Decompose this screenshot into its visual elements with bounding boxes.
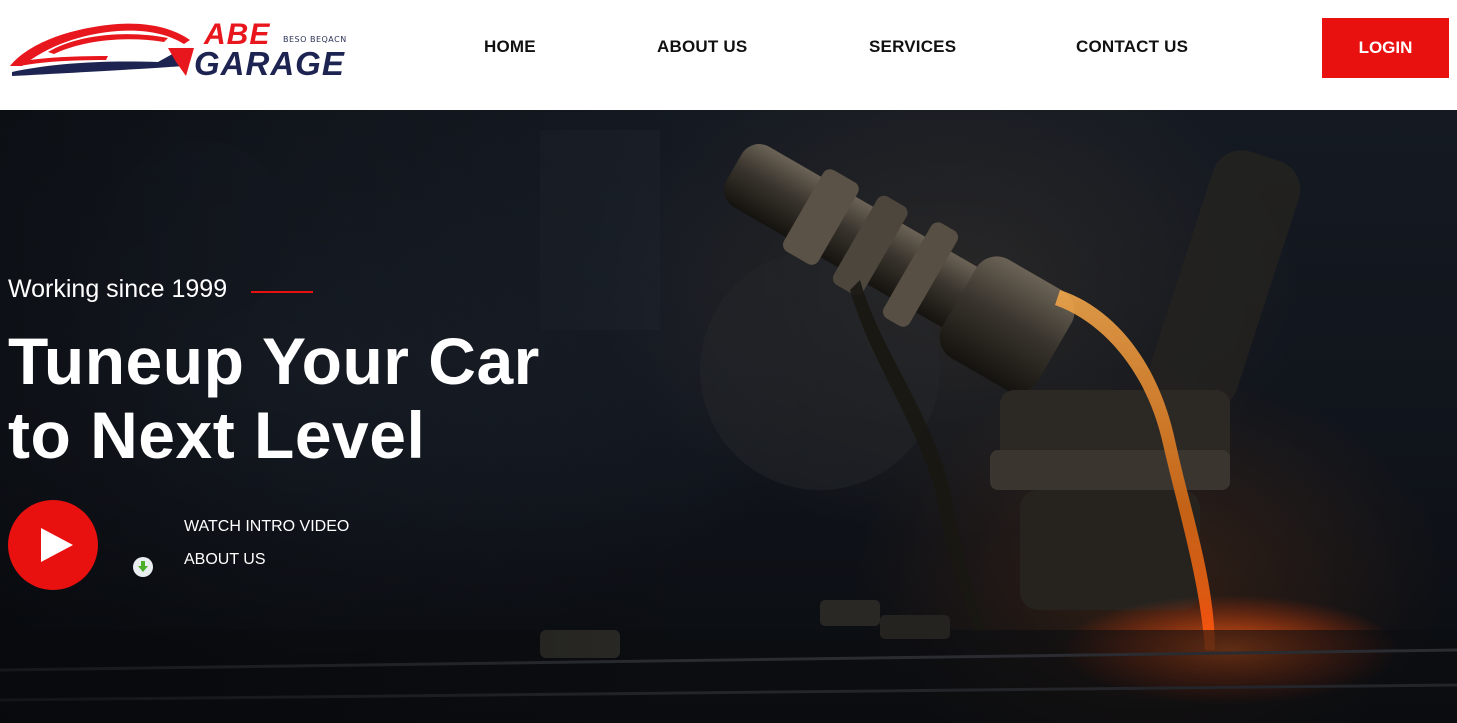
nav-about-link[interactable]: ABOUT US: [657, 37, 747, 57]
play-icon: [40, 528, 73, 562]
download-arrow-icon: [133, 557, 153, 577]
hero-headline: Tuneup Your Car to Next Level: [8, 324, 628, 472]
watch-intro-video-link[interactable]: WATCH INTRO VIDEO: [184, 517, 349, 537]
brand-tagline: BESO BEQACN: [283, 35, 347, 44]
brand-name-bottom: GARAGE: [194, 45, 345, 82]
nav-contact-link[interactable]: CONTACT US: [1076, 37, 1188, 57]
hero-eyebrow: Working since 1999: [8, 275, 228, 303]
site-header: ABE BESO BEQACN GARAGE HOME ABOUT US SER…: [0, 0, 1457, 110]
login-button[interactable]: LOGIN: [1322, 18, 1449, 78]
hero-headline-line2: to Next Level: [8, 398, 426, 472]
play-video-button[interactable]: [8, 500, 98, 590]
nav-home-link[interactable]: HOME: [484, 37, 536, 57]
hero-section: Working since 1999 Tuneup Your Car to Ne…: [0, 110, 1457, 723]
hero-headline-line1: Tuneup Your Car: [8, 324, 540, 398]
about-us-link[interactable]: ABOUT US: [184, 550, 266, 570]
eyebrow-divider: [251, 291, 313, 293]
nav-services-link[interactable]: SERVICES: [869, 37, 956, 57]
brand-logo[interactable]: ABE BESO BEQACN GARAGE: [8, 14, 353, 84]
car-swoosh-logo-icon: [10, 23, 194, 76]
